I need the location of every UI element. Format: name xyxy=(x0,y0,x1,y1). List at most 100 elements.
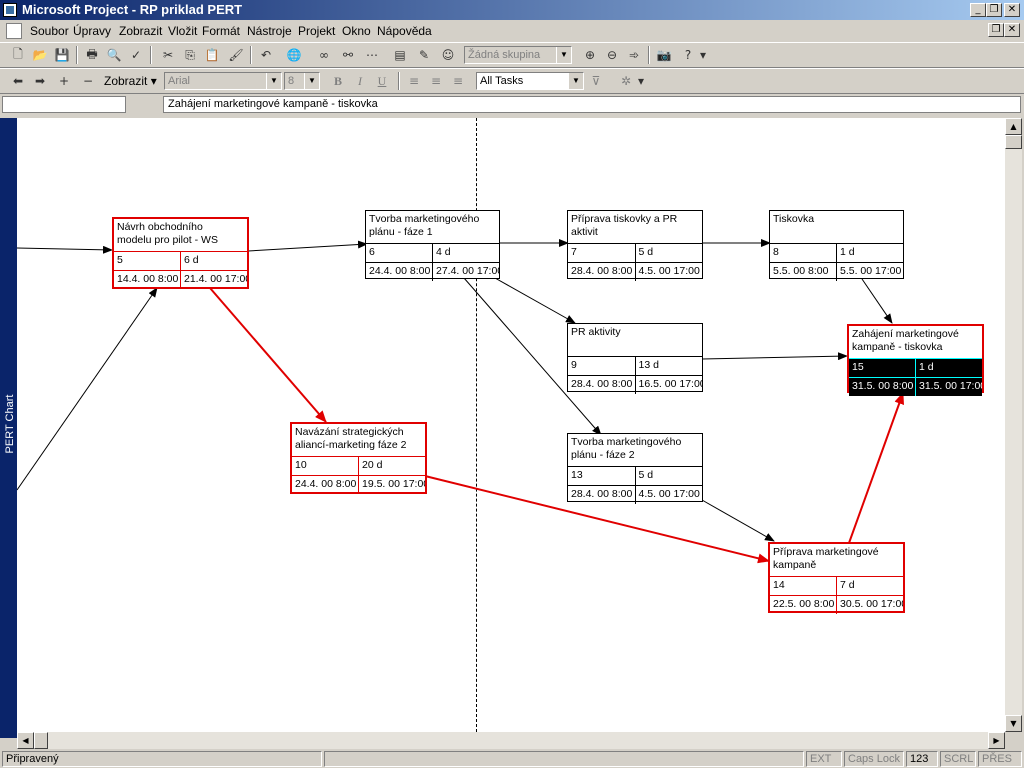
node-name-line1: Navázání strategických xyxy=(295,426,404,438)
menu-okno[interactable]: Okno xyxy=(342,24,371,38)
goto-task-icon[interactable]: ➾ xyxy=(624,46,644,64)
menu-projekt[interactable]: Projekt xyxy=(298,24,335,38)
menu-format[interactable]: Formát xyxy=(202,24,240,38)
node-finish: 4.5. 00 17:00 xyxy=(634,263,703,281)
view-bar[interactable]: PERT Chart xyxy=(0,118,17,738)
minus-icon[interactable]: − xyxy=(78,72,98,90)
open-icon[interactable]: 📂 xyxy=(30,46,50,64)
pert-chart-canvas[interactable]: Návrh obchodního modelu pro pilot - WS 5… xyxy=(17,118,1005,732)
pert-node-6[interactable]: Tvorba marketingového plánu - fáze 1 6 4 … xyxy=(365,210,500,281)
link-tasks-icon[interactable]: ∞ xyxy=(314,46,334,64)
horizontal-scroll-thumb[interactable] xyxy=(34,732,48,749)
new-icon[interactable]: 🗋 xyxy=(8,46,28,64)
pert-node-13[interactable]: Tvorba marketingového plánu - fáze 2 13 5… xyxy=(567,433,703,504)
toolbar-options-icon[interactable]: ▾ xyxy=(698,46,708,64)
font-combo[interactable]: Arial ▼ xyxy=(164,72,282,90)
menu-upravy[interactable]: Úpravy xyxy=(73,24,111,38)
assign-resources-icon[interactable]: ☺ xyxy=(438,46,458,64)
restore-icon[interactable]: ❐ xyxy=(986,3,1002,17)
align-center-icon[interactable]: ≡ xyxy=(426,72,446,90)
entry-field[interactable]: Zahájení marketingové kampaně - tiskovka xyxy=(163,96,1021,113)
scroll-down-icon[interactable]: ▼ xyxy=(1005,715,1022,732)
scroll-left-icon[interactable]: ◀ xyxy=(17,732,34,749)
menu-zobrazit[interactable]: Zobrazit xyxy=(119,24,162,38)
print-icon[interactable]: 🖶 xyxy=(82,46,102,64)
separator xyxy=(250,46,252,64)
group-combo[interactable]: Žádná skupina ▼ xyxy=(464,46,572,64)
cut-icon[interactable]: ✂ xyxy=(158,46,178,64)
zoom-out-icon[interactable]: ⊖ xyxy=(602,46,622,64)
gantt-wizard-icon[interactable]: ✲ xyxy=(616,72,636,90)
help-icon[interactable]: ? xyxy=(678,46,698,64)
vertical-scrollbar[interactable]: ▲ ▼ xyxy=(1005,118,1022,732)
underline-button[interactable]: U xyxy=(372,72,392,90)
pert-node-5[interactable]: Návrh obchodního modelu pro pilot - WS 5… xyxy=(112,217,249,289)
pert-node-9[interactable]: PR aktivity 9 13 d 28.4. 00 8:00 16.5. 00 … xyxy=(567,323,703,394)
filter-combo[interactable]: All Tasks ▼ xyxy=(476,72,584,90)
copy-icon[interactable]: ⎘ xyxy=(180,46,200,64)
align-right-icon[interactable]: ≡ xyxy=(448,72,468,90)
node-finish: 4.5. 00 17:00 xyxy=(634,486,703,504)
entry-name-box[interactable] xyxy=(2,96,126,113)
paste-icon[interactable]: 📋 xyxy=(202,46,222,64)
menu-nastroje[interactable]: Nástroje xyxy=(247,24,292,38)
node-name-line1: Zahájení marketingové xyxy=(852,328,959,340)
node-name: Tvorba marketingového plánu - fáze 2 xyxy=(568,434,702,466)
hyperlink-icon[interactable]: 🌐 xyxy=(284,46,304,64)
node-id: 5 xyxy=(117,254,123,266)
menu-vlozit[interactable]: Vložit xyxy=(168,24,197,38)
document-icon[interactable] xyxy=(6,23,22,39)
pert-node-14[interactable]: Příprava marketingové kampaně 14 7 d 22.5… xyxy=(768,542,905,614)
node-start: 5.5. 00 8:00 xyxy=(773,265,829,277)
font-size-combo[interactable]: 8 ▼ xyxy=(284,72,320,90)
node-name: PR aktivity xyxy=(568,324,702,356)
pert-node-8[interactable]: Tiskovka 8 1 d 5.5. 00 8:00 5.5. 00 17:00 xyxy=(769,210,904,281)
plus-icon[interactable]: + xyxy=(54,72,74,90)
pert-node-15-selected[interactable]: Zahájení marketingové kampaně - tiskovka… xyxy=(847,324,984,396)
pert-node-7[interactable]: Příprava tiskovky a PR aktivit 7 5 d 28.4… xyxy=(567,210,703,281)
close-icon[interactable]: ✕ xyxy=(1004,3,1020,17)
menu-napoveda[interactable]: Nápověda xyxy=(377,24,432,38)
minimize-icon[interactable]: _ xyxy=(970,3,986,17)
pert-node-10[interactable]: Navázání strategických aliancí-marketing… xyxy=(290,422,427,494)
chevron-down-icon[interactable]: ▼ xyxy=(568,73,583,89)
arrow-right-icon[interactable]: ➡ xyxy=(30,72,50,90)
node-name-line1: PR aktivity xyxy=(571,326,621,338)
menu-bar: Soubor Úpravy Zobrazit Vložit Formát Nás… xyxy=(0,20,1024,42)
autofilter-icon[interactable]: ⊽ xyxy=(586,72,606,90)
chevron-down-icon[interactable]: ▼ xyxy=(266,73,281,89)
toolbar-options-icon[interactable]: ▾ xyxy=(636,72,646,90)
horizontal-scrollbar[interactable]: ◀ ▶ xyxy=(17,732,1005,749)
node-name: Zahájení marketingové kampaně - tiskovka xyxy=(849,326,982,358)
scroll-right-icon[interactable]: ▶ xyxy=(988,732,1005,749)
vertical-scroll-thumb[interactable] xyxy=(1005,135,1022,149)
app-icon[interactable] xyxy=(3,3,17,17)
task-notes-icon[interactable]: ✎ xyxy=(414,46,434,64)
arrow-left-icon[interactable]: ⬅ xyxy=(8,72,28,90)
unlink-tasks-icon[interactable]: ⚯ xyxy=(338,46,358,64)
node-id: 9 xyxy=(571,359,577,371)
doc-restore-icon[interactable]: ❐ xyxy=(988,23,1004,37)
doc-close-icon[interactable]: ✕ xyxy=(1004,23,1020,37)
align-left-icon[interactable]: ≡ xyxy=(404,72,424,90)
format-painter-icon[interactable]: 🖌 xyxy=(226,46,246,64)
split-task-icon[interactable]: ⋯ xyxy=(362,46,382,64)
copy-picture-icon[interactable]: 📷 xyxy=(654,46,674,64)
status-caps-lock: Caps Lock xyxy=(844,751,904,767)
zoom-in-icon[interactable]: ⊕ xyxy=(580,46,600,64)
print-preview-icon[interactable]: 🔍 xyxy=(104,46,124,64)
undo-icon[interactable]: ↶ xyxy=(256,46,276,64)
menu-soubor[interactable]: Soubor xyxy=(30,24,69,38)
italic-button[interactable]: I xyxy=(350,72,370,90)
bold-button[interactable]: B xyxy=(328,72,348,90)
scroll-up-icon[interactable]: ▲ xyxy=(1005,118,1022,135)
task-info-icon[interactable]: ▤ xyxy=(390,46,410,64)
zobrazit-dropdown[interactable]: Zobrazit ▾ xyxy=(104,74,157,88)
spelling-icon[interactable]: ✓ xyxy=(126,46,146,64)
save-icon[interactable]: 💾 xyxy=(52,46,72,64)
link-offscreen-5 xyxy=(17,245,113,254)
chevron-down-icon[interactable]: ▼ xyxy=(556,47,571,63)
node-id: 6 xyxy=(369,246,375,258)
link-14-15-critical xyxy=(848,392,904,544)
chevron-down-icon[interactable]: ▼ xyxy=(304,73,319,89)
